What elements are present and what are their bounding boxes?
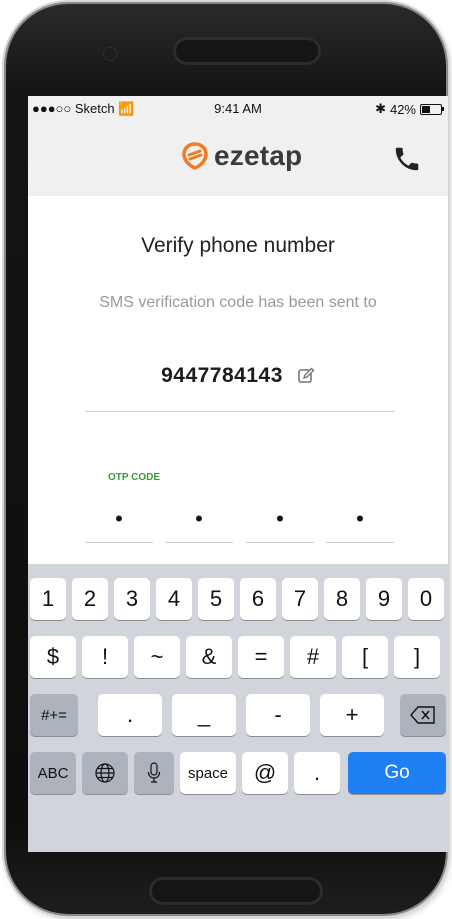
key-9[interactable]: 9 bbox=[366, 578, 402, 620]
key-dictation[interactable] bbox=[134, 752, 174, 794]
phone-icon bbox=[395, 147, 419, 171]
key-right-bracket[interactable]: ] bbox=[394, 636, 440, 678]
battery-percent: 42% bbox=[389, 101, 416, 117]
bluetooth-icon: ✱ bbox=[375, 101, 386, 116]
status-bar: ●●●○○ Sketch 📶 9:41 AM ✱ 42% bbox=[28, 96, 448, 122]
phone-frame: ●●●○○ Sketch 📶 9:41 AM ✱ 42% ezetap Veri… bbox=[6, 4, 448, 914]
key-globe[interactable] bbox=[82, 752, 128, 794]
phone-underline bbox=[85, 411, 395, 412]
ezetap-logo-icon bbox=[182, 142, 208, 170]
go-button[interactable]: Go bbox=[348, 752, 446, 794]
key-ampersand[interactable]: & bbox=[186, 636, 232, 678]
phone-number: 9447784143 bbox=[161, 364, 283, 387]
key-7[interactable]: 7 bbox=[282, 578, 318, 620]
key-2[interactable]: 2 bbox=[72, 578, 108, 620]
keyboard: 1 2 3 4 5 6 7 8 9 0 $ ! ~ & = # [ ] #+= … bbox=[28, 564, 448, 852]
key-5[interactable]: 5 bbox=[198, 578, 234, 620]
globe-icon bbox=[95, 763, 115, 783]
app-screen: ●●●○○ Sketch 📶 9:41 AM ✱ 42% ezetap Veri… bbox=[28, 96, 448, 852]
logo-text: ezetap bbox=[214, 140, 303, 171]
key-underscore[interactable]: _ bbox=[172, 694, 236, 736]
otp-digit-1[interactable]: • bbox=[85, 506, 153, 543]
key-plus[interactable]: + bbox=[320, 694, 384, 736]
key-symbols-toggle[interactable]: #+= bbox=[30, 694, 78, 736]
verify-panel: Verify phone number SMS verification cod… bbox=[28, 196, 448, 564]
key-at[interactable]: @ bbox=[242, 752, 288, 794]
key-period[interactable]: . bbox=[98, 694, 162, 736]
backspace-icon bbox=[410, 706, 435, 724]
key-equals[interactable]: = bbox=[238, 636, 284, 678]
key-8[interactable]: 8 bbox=[324, 578, 360, 620]
call-button[interactable] bbox=[392, 144, 422, 174]
front-camera bbox=[104, 48, 116, 60]
battery-icon bbox=[420, 103, 444, 115]
key-dot[interactable]: . bbox=[294, 752, 340, 794]
key-6[interactable]: 6 bbox=[240, 578, 276, 620]
key-left-bracket[interactable]: [ bbox=[342, 636, 388, 678]
app-header: ezetap bbox=[28, 122, 448, 197]
bottom-bezel-bar bbox=[152, 880, 320, 902]
page-title: Verify phone number bbox=[141, 234, 335, 257]
key-4[interactable]: 4 bbox=[156, 578, 192, 620]
phone-number-row: 9447784143 bbox=[28, 364, 448, 388]
otp-digit-4[interactable]: • bbox=[326, 506, 394, 543]
key-hyphen[interactable]: - bbox=[246, 694, 310, 736]
key-dollar[interactable]: $ bbox=[30, 636, 76, 678]
verification-message: SMS verification code has been sent to bbox=[99, 294, 377, 311]
microphone-icon bbox=[147, 762, 161, 783]
key-tilde[interactable]: ~ bbox=[134, 636, 180, 678]
key-0[interactable]: 0 bbox=[408, 578, 444, 620]
key-1[interactable]: 1 bbox=[30, 578, 66, 620]
otp-digit-2[interactable]: • bbox=[165, 506, 233, 543]
key-abc[interactable]: ABC bbox=[30, 752, 76, 794]
ezetap-logo: ezetap bbox=[180, 140, 302, 172]
key-hash[interactable]: # bbox=[290, 636, 336, 678]
status-right: ✱ 42% bbox=[375, 101, 444, 117]
otp-label: OTP CODE bbox=[108, 472, 161, 483]
otp-digit-3[interactable]: • bbox=[246, 506, 314, 543]
key-space[interactable]: space bbox=[180, 752, 236, 794]
earpiece-speaker bbox=[176, 40, 318, 62]
delete-key[interactable] bbox=[400, 694, 446, 736]
edit-icon[interactable] bbox=[297, 367, 315, 385]
key-3[interactable]: 3 bbox=[114, 578, 150, 620]
key-exclamation[interactable]: ! bbox=[82, 636, 128, 678]
